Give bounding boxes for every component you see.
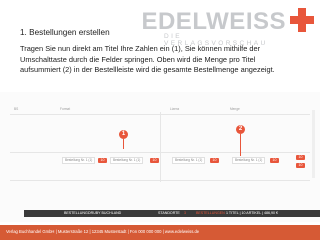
quantity-input[interactable]: 10 <box>210 158 219 163</box>
column-header-format: Format <box>60 107 71 111</box>
quantity-total-top: 10 <box>296 155 305 160</box>
callout-2: 2 <box>236 125 245 134</box>
footer-text: Verlag Buchhandel GmbH | Musterstraße 12… <box>6 229 200 234</box>
brand-logo: EDELWEISS DIE VERLAGSVORSCHAU <box>141 6 314 47</box>
column-header-bs: BS <box>14 107 19 111</box>
order-bar[interactable]: BESTELLUNG DRUBY BUCHLAND STANDORTE 3 BE… <box>24 210 320 217</box>
slide-body: Tragen Sie nun direkt am Titel Ihre Zahl… <box>20 44 275 74</box>
scrollbar[interactable] <box>312 110 315 178</box>
order-bar-item[interactable]: DRUBY BUCHLAND <box>88 210 121 217</box>
row-label: Bestellung Nr. 1 (1) <box>172 157 206 164</box>
brand-name: EDELWEISS <box>141 8 286 35</box>
slide-heading: 1. Bestellungen erstellen <box>20 28 110 37</box>
order-bar-total-label: BESTELLUNGEN <box>196 211 225 215</box>
plus-icon <box>290 8 314 32</box>
quantity-input[interactable]: 10 <box>270 158 279 163</box>
order-bar-standort-label: STANDORTE <box>158 211 180 215</box>
row-label: Bestellung Nr. 1 (1) <box>232 157 266 164</box>
row-label: Bestellung Nr. 1 (1) <box>110 157 144 164</box>
order-bar-total-value: 1 TITEL | 10 ARTIKEL | 486,90 € <box>226 211 279 215</box>
column-header-lizenz: Lizenz <box>170 107 180 111</box>
row-label: Bestellung Nr. 1 (1) <box>62 157 96 164</box>
order-form-screenshot: BS Format Lizenz Menge 1 2 10 10 Bestell… <box>0 92 320 222</box>
quantity-input[interactable]: 10 <box>150 158 159 163</box>
order-bar-standort-value: 3 <box>184 211 186 215</box>
callout-1: 1 <box>119 130 128 139</box>
column-header-menge: Menge <box>230 107 240 111</box>
order-bar-label: BESTELLUNG <box>64 211 88 215</box>
quantity-total-bottom: 10 <box>296 163 305 168</box>
footer-bar: Verlag Buchhandel GmbH | Musterstraße 12… <box>0 225 320 240</box>
quantity-input[interactable]: 10 <box>98 158 107 163</box>
